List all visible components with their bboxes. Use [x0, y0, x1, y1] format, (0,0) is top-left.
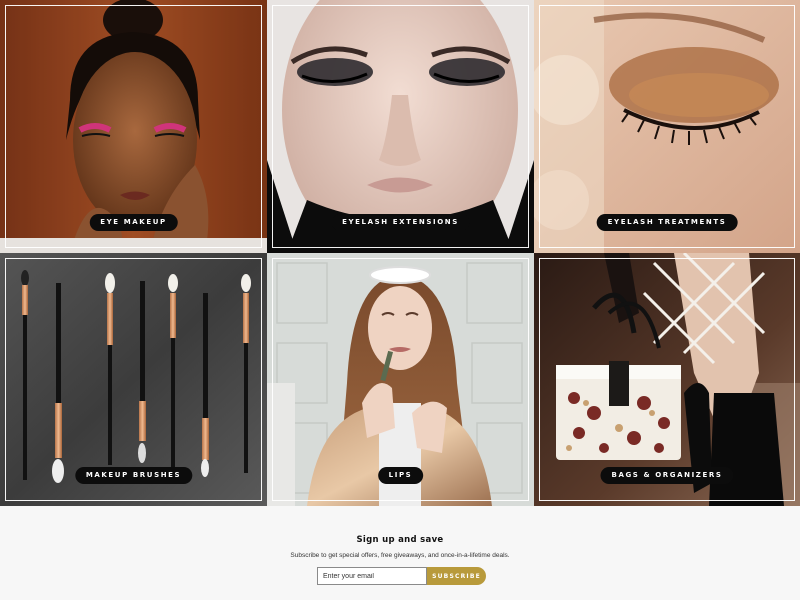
- category-label: MAKEUP BRUSHES: [74, 467, 193, 484]
- category-label: EYE MAKEUP: [89, 214, 178, 231]
- signup-subtitle: Subscribe to get special offers, free gi…: [290, 552, 510, 559]
- collection-tile-makeup-brushes[interactable]: MAKEUP BRUSHES: [0, 253, 267, 506]
- collection-grid: EYE MAKEUP EYELASH EXTENSIONS EYELASH TR…: [0, 0, 800, 506]
- collection-tile-eyelash-extensions[interactable]: EYELASH EXTENSIONS: [267, 0, 534, 253]
- collection-tile-lips[interactable]: LIPS: [267, 253, 534, 506]
- category-label: LIPS: [377, 467, 424, 484]
- category-label: BAGS & ORGANIZERS: [600, 467, 734, 484]
- email-field[interactable]: [317, 567, 427, 585]
- signup-form: SUBSCRIBE: [317, 567, 486, 585]
- subscribe-button[interactable]: SUBSCRIBE: [427, 567, 486, 585]
- category-label: EYELASH EXTENSIONS: [331, 214, 470, 231]
- collection-tile-eyelash-treatments[interactable]: EYELASH TREATMENTS: [534, 0, 800, 253]
- collection-tile-eye-makeup[interactable]: EYE MAKEUP: [0, 0, 267, 253]
- collection-tile-bags-organizers[interactable]: BAGS & ORGANIZERS: [534, 253, 800, 506]
- category-label: EYELASH TREATMENTS: [596, 214, 738, 231]
- newsletter-signup: Sign up and save Subscribe to get specia…: [0, 506, 800, 600]
- signup-title: Sign up and save: [356, 535, 444, 545]
